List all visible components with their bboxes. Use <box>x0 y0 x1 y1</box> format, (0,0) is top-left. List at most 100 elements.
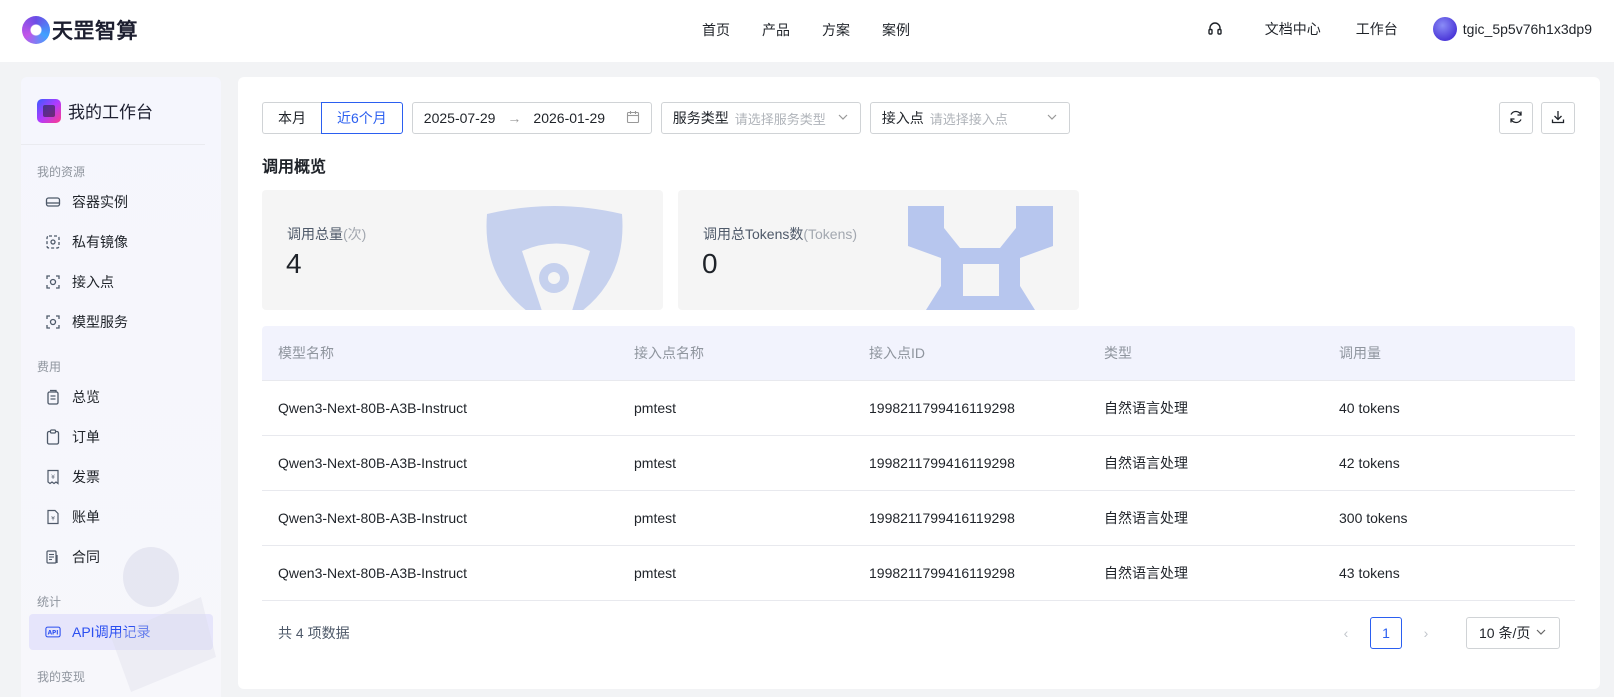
page-number[interactable]: 1 <box>1370 617 1402 649</box>
endpoint-select[interactable]: 接入点 请选择接入点 <box>869 102 1070 134</box>
cell-endpoint-name: pmtest <box>634 565 677 581</box>
sidebar-item-model-services[interactable]: 模型服务 <box>29 304 213 340</box>
sidebar-item-label: 订单 <box>72 429 100 445</box>
date-end: 2026-01-29 <box>533 110 606 126</box>
cell-endpoint-name: pmtest <box>634 455 677 471</box>
headset-icon[interactable] <box>1205 19 1225 39</box>
date-range-picker[interactable]: 2025-07-29 → 2026-01-29 <box>411 102 652 134</box>
total-calls-value: 4 <box>286 248 302 279</box>
refresh-button[interactable] <box>1499 102 1533 134</box>
brand-logo[interactable]: 天罡智算 <box>22 15 138 45</box>
total-calls-label: 调用总量(次) <box>287 224 366 244</box>
bill-icon: ¥ <box>45 509 61 525</box>
table-row[interactable]: Qwen3-Next-80B-A3B-Instruct pmtest 19982… <box>262 436 1575 491</box>
cloud-decoration-icon <box>111 547 216 692</box>
chevron-down-icon <box>1046 110 1058 126</box>
period-segmented-control: 本月 近6个月 <box>262 102 403 134</box>
sidebar-item-endpoints[interactable]: 接入点 <box>29 264 213 300</box>
top-nav: 首页 产品 方案 案例 <box>702 20 910 40</box>
brand-logo-icon <box>22 16 50 44</box>
total-calls-unit: (次) <box>343 226 367 242</box>
overview-title: 调用概览 <box>262 159 327 176</box>
drive-icon <box>45 194 61 210</box>
docs-center-link[interactable]: 文档中心 <box>1265 19 1321 39</box>
calendar-icon <box>626 110 640 127</box>
sidebar-item-label: 模型服务 <box>72 314 128 330</box>
endpoint-placeholder: 请选择接入点 <box>929 111 1008 127</box>
username[interactable]: tgic_5p5v76h1x3dp9 <box>1463 21 1592 37</box>
brand-name: 天罡智算 <box>52 20 138 43</box>
service-type-label: 服务类型 <box>672 110 729 126</box>
api-records-table: 模型名称 接入点名称 接入点ID 类型 调用量 Qwen3-Next-80B-A… <box>262 326 1575 601</box>
column-model-name: 模型名称 <box>278 345 334 361</box>
avatar[interactable] <box>1432 17 1457 41</box>
column-endpoint-id: 接入点ID <box>869 345 925 361</box>
top-right-actions: 文档中心 工作台 tgic_5p5v76h1x3dp9 <box>1205 17 1592 41</box>
order-icon <box>45 429 61 445</box>
nav-products[interactable]: 产品 <box>762 20 790 40</box>
last-6-months-button[interactable]: 近6个月 <box>321 102 403 134</box>
filter-bar: 本月 近6个月 2025-07-29 → 2026-01-29 服务类型 请选择… <box>262 102 1070 134</box>
cell-endpoint-id: 1998211799416119298 <box>869 510 1015 526</box>
page-size-select[interactable]: 10 条/页 <box>1466 617 1560 649</box>
table-row[interactable]: Qwen3-Next-80B-A3B-Instruct pmtest 19982… <box>262 381 1575 436</box>
shield-decoration-icon <box>486 206 623 310</box>
endpoint-label: 接入点 <box>881 110 924 126</box>
cell-endpoint-id: 1998211799416119298 <box>869 400 1015 416</box>
sidebar-item-label: 发票 <box>72 469 100 485</box>
date-start: 2025-07-29 <box>423 110 496 126</box>
this-month-button[interactable]: 本月 <box>262 102 321 134</box>
total-calls-label-text: 调用总量 <box>287 226 343 242</box>
workspace-header: 我的工作台 <box>21 77 205 145</box>
cell-type: 自然语言处理 <box>1104 565 1188 581</box>
column-endpoint-name: 接入点名称 <box>634 345 704 361</box>
api-icon: API <box>45 624 61 640</box>
total-count: 共 4 项数据 <box>278 625 350 641</box>
cell-call-volume: 43 tokens <box>1339 565 1400 581</box>
cell-model-name: Qwen3-Next-80B-A3B-Instruct <box>278 400 468 416</box>
cell-endpoint-id: 1998211799416119298 <box>869 565 1015 581</box>
pagination: ‹ 1 › 10 条/页 <box>1330 617 1560 649</box>
total-tokens-label: 调用总Tokens数(Tokens) <box>703 224 857 244</box>
sidebar: 我的工作台 我的资源 容器实例 私有镜像 接入点 模型服务 费用 总览 订单 ¥… <box>21 77 221 697</box>
service-type-select[interactable]: 服务类型 请选择服务类型 <box>660 102 861 134</box>
sidebar-item-orders[interactable]: 订单 <box>29 419 213 455</box>
total-tokens-value: 0 <box>702 248 718 279</box>
svg-text:API: API <box>48 631 59 637</box>
nav-cases[interactable]: 案例 <box>882 20 910 40</box>
cell-type: 自然语言处理 <box>1104 400 1188 416</box>
cell-endpoint-name: pmtest <box>634 400 677 416</box>
overview-icon <box>45 389 61 405</box>
cell-call-volume: 42 tokens <box>1339 455 1400 471</box>
sidebar-item-label: 容器实例 <box>72 194 128 210</box>
nav-solutions[interactable]: 方案 <box>822 20 850 40</box>
refresh-icon <box>1508 109 1524 128</box>
table-row[interactable]: Qwen3-Next-80B-A3B-Instruct pmtest 19982… <box>262 491 1575 546</box>
workbench-link[interactable]: 工作台 <box>1356 19 1398 39</box>
top-header: 天罡智算 首页 产品 方案 案例 文档中心 工作台 tgic_5p5v76h1x… <box>0 0 1614 62</box>
cell-type: 自然语言处理 <box>1104 455 1188 471</box>
column-call-volume: 调用量 <box>1339 345 1381 361</box>
cell-endpoint-name: pmtest <box>634 510 677 526</box>
total-tokens-unit: (Tokens) <box>803 226 858 242</box>
main-panel: 本月 近6个月 2025-07-29 → 2026-01-29 服务类型 请选择… <box>238 77 1600 689</box>
cell-type: 自然语言处理 <box>1104 510 1188 526</box>
sidebar-item-container-instances[interactable]: 容器实例 <box>29 184 213 220</box>
invoice-icon: ¥ <box>45 469 61 485</box>
chevron-down-icon <box>837 110 849 126</box>
cell-model-name: Qwen3-Next-80B-A3B-Instruct <box>278 455 468 471</box>
sidebar-item-private-images[interactable]: 私有镜像 <box>29 224 213 260</box>
chevron-left-icon[interactable]: ‹ <box>1330 617 1362 649</box>
contract-icon <box>45 549 61 565</box>
table-header: 模型名称 接入点名称 接入点ID 类型 调用量 <box>262 326 1575 381</box>
chevron-right-icon[interactable]: › <box>1410 617 1442 649</box>
workspace-icon <box>37 98 61 123</box>
sidebar-item-label: 总览 <box>72 389 100 405</box>
nav-home[interactable]: 首页 <box>702 20 730 40</box>
connector-decoration-icon <box>908 206 1053 310</box>
sidebar-item-invoices[interactable]: ¥ 发票 <box>29 459 213 495</box>
table-row[interactable]: Qwen3-Next-80B-A3B-Instruct pmtest 19982… <box>262 546 1575 601</box>
svg-text:¥: ¥ <box>51 474 55 481</box>
download-button[interactable] <box>1541 102 1575 134</box>
sidebar-item-overview[interactable]: 总览 <box>29 379 213 415</box>
